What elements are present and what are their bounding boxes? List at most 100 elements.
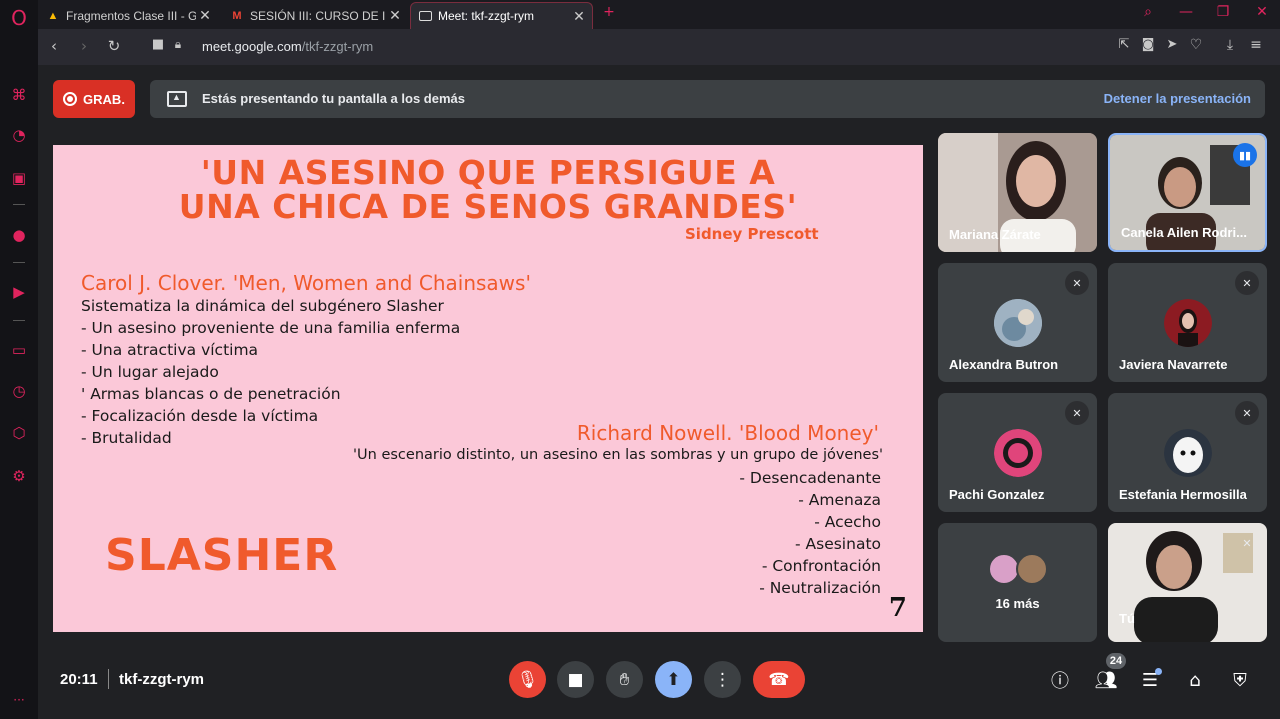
self-tile[interactable]: ✕ Tú [1108, 523, 1267, 642]
participant-name: Estefania Hermosilla [1119, 487, 1247, 502]
close-icon[interactable]: ✕ [196, 7, 214, 24]
clover-item: - Una atractiva víctima [81, 341, 259, 359]
player-icon[interactable]: ▶ [9, 282, 29, 302]
participant-name: Alexandra Butron [949, 357, 1059, 372]
shared-slide: 'UN ASESINO QUE PERSIGUE A UNA CHICA DE … [53, 145, 923, 632]
reload-icon[interactable]: ↻ [104, 37, 124, 57]
lock-icon[interactable]: 🔒︎ [168, 37, 188, 57]
nowell-item: - Acecho [814, 513, 881, 531]
slasher-word: SLASHER [105, 530, 339, 581]
participant-tile[interactable]: ✕ Javiera Navarrete [1108, 263, 1267, 382]
present-button[interactable]: ⬆ [655, 661, 692, 698]
avatar [994, 429, 1042, 477]
avatar [1164, 429, 1212, 477]
messenger-icon[interactable]: ● [9, 225, 29, 245]
hang-up-icon: ☎ [768, 669, 790, 690]
share-icon[interactable]: ⇱ [1114, 37, 1134, 57]
bag-icon[interactable]: ▣ [9, 168, 29, 188]
speed-dial-icon[interactable]: ◔ [9, 125, 29, 145]
clover-heading: Carol J. Clover. 'Men, Women and Chainsa… [81, 271, 531, 295]
participant-tile[interactable]: ✕ Estefania Hermosilla [1108, 393, 1267, 512]
browser-sidebar: O ⌘ ◔ ▣ ● ▶ ▭ ◷ ⬡ ⚙ ··· [0, 0, 38, 719]
meeting-code: tkf-zzgt-rym [119, 671, 204, 688]
tab-fragmentos[interactable]: ▲ Fragmentos Clase III - Goo ✕ [38, 2, 218, 29]
meet-area: GRAB. Estás presentando tu pantalla a lo… [38, 65, 1280, 719]
participant-tile[interactable]: ✕ Alexandra Butron [938, 263, 1097, 382]
close-icon[interactable]: ✕ [386, 7, 404, 24]
camera-button[interactable]: ■ [557, 661, 594, 698]
clover-item: - Focalización desde la víctima [81, 407, 319, 425]
slide-attribution: Sidney Prescott [685, 225, 819, 243]
sidebar-divider [13, 262, 25, 263]
more-vert-icon: ⋮ [714, 669, 731, 690]
activities-icon[interactable]: ⌂ [1182, 667, 1208, 693]
maximize-icon[interactable]: ❐ [1212, 4, 1234, 24]
clover-item: - Un asesino proveniente de una familia … [81, 319, 461, 337]
present-icon: ⬆ [666, 669, 681, 690]
participant-name: Tú [1119, 611, 1135, 626]
forward-icon[interactable]: › [74, 37, 94, 57]
download-icon[interactable]: ⤓ [1220, 37, 1240, 57]
leave-call-button[interactable]: ☎ [753, 661, 805, 698]
send-icon[interactable]: ➤ [1162, 37, 1182, 57]
info-icon[interactable]: ⓘ [1047, 667, 1073, 693]
raise-hand-button[interactable]: ✋︎ [606, 661, 643, 698]
heart-icon[interactable]: ♡ [1186, 37, 1206, 57]
participant-name: Pachi Gonzalez [949, 487, 1045, 502]
participant-name: Javiera Navarrete [1119, 357, 1228, 372]
close-window-icon[interactable]: ✕ [1251, 4, 1273, 24]
gamepad-icon[interactable]: ⌘ [9, 85, 29, 105]
cube-icon[interactable]: ⬡ [9, 423, 29, 443]
menu-icon[interactable]: ≡ [1246, 37, 1266, 57]
unread-dot [1155, 668, 1162, 675]
mic-off-icon: ✕ [1235, 271, 1259, 295]
mic-off-icon: 🎙︎ [516, 669, 539, 690]
recording-badge[interactable]: GRAB. [53, 80, 135, 118]
more-participants-tile[interactable]: 16 más [938, 523, 1097, 642]
url-field[interactable]: meet.google.com/tkf-zzgt-rym [202, 39, 373, 54]
avatar [1016, 553, 1048, 585]
participant-name: Mariana Zárate [949, 227, 1041, 242]
tab-meet[interactable]: Meet: tkf-zzgt-rym ✕ [410, 2, 593, 29]
record-icon [63, 92, 78, 106]
minimize-icon[interactable]: — [1175, 4, 1197, 24]
people-icon[interactable]: 👥︎ [1093, 667, 1119, 693]
nowell-heading: Richard Nowell. 'Blood Money' [576, 421, 879, 445]
host-controls-icon[interactable]: ⛨ [1227, 667, 1253, 693]
avatar [1164, 299, 1212, 347]
tab-sesion[interactable]: M SESIÓN III: CURSO DE INTR ✕ [222, 2, 408, 29]
more-dots-icon[interactable]: ··· [9, 690, 29, 710]
nowell-item: - Asesinato [795, 535, 881, 553]
new-tab-icon[interactable]: + [598, 4, 620, 24]
clover-item: ' Armas blancas o de penetración [81, 385, 341, 403]
nowell-quote: 'Un escenario distinto, un asesino en la… [353, 447, 883, 463]
close-icon[interactable]: ✕ [570, 8, 588, 25]
slide-title-line2: UNA CHICA DE SENOS GRANDES' [178, 187, 798, 226]
camera-indicator-icon[interactable]: ■ [148, 37, 168, 57]
participant-tile[interactable]: Mariana Zárate [938, 133, 1097, 252]
tab-strip: ▲ Fragmentos Clase III - Goo ✕ M SESIÓN … [38, 0, 1280, 29]
mic-off-button[interactable]: 🎙︎ [509, 661, 546, 698]
history-icon[interactable]: ◷ [9, 381, 29, 401]
nowell-item: - Amenaza [798, 491, 881, 509]
participant-tile-speaking[interactable]: ▮▮ Canela Ailen Rodri... [1108, 133, 1267, 252]
avatar [994, 299, 1042, 347]
participant-count-badge: 24 [1106, 653, 1126, 669]
sidebar-divider [13, 204, 25, 205]
clover-item: Sistematiza la dinámica del subgénero Sl… [81, 297, 444, 315]
snapshot-icon[interactable]: ◙ [1138, 37, 1158, 57]
nowell-item: - Neutralización [759, 579, 881, 597]
settings-gear-icon[interactable]: ⚙ [9, 466, 29, 486]
screen-icon[interactable]: ▭ [9, 340, 29, 360]
stop-presenting-button[interactable]: Detener la presentación [1104, 91, 1251, 106]
sidebar-divider [13, 320, 25, 321]
meet-tab-icon [419, 11, 432, 21]
camera-icon: ■ [567, 669, 584, 690]
opera-logo-icon[interactable]: O [9, 6, 29, 30]
search-icon[interactable]: ⌕ [1137, 4, 1159, 24]
participant-tile[interactable]: ✕ Pachi Gonzalez [938, 393, 1097, 512]
back-icon[interactable]: ‹ [44, 37, 64, 57]
more-options-button[interactable]: ⋮ [704, 661, 741, 698]
clover-item: - Brutalidad [81, 429, 172, 447]
hand-icon: ✋︎ [619, 669, 630, 690]
